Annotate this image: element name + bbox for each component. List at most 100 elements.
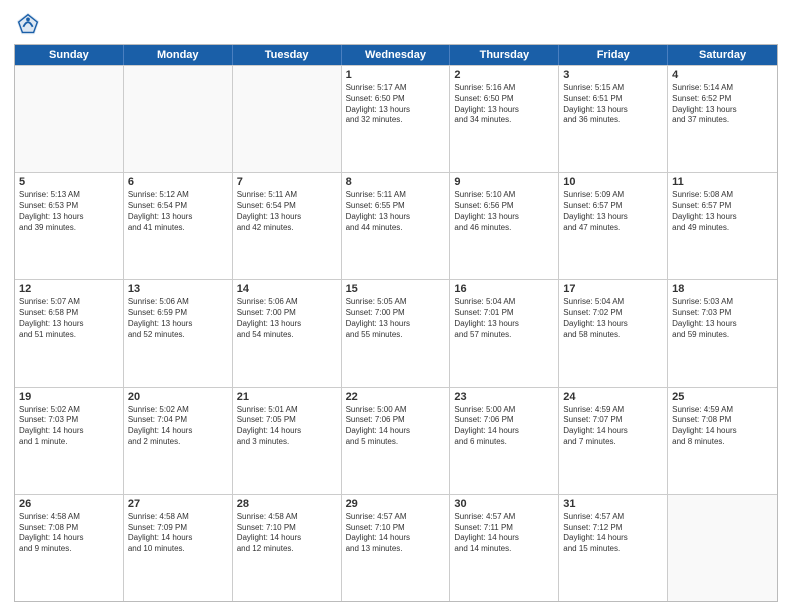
day-number: 4 bbox=[672, 69, 773, 81]
day-number: 2 bbox=[454, 69, 554, 81]
day-info: Sunrise: 5:11 AM Sunset: 6:55 PM Dayligh… bbox=[346, 190, 446, 233]
calendar-row-4: 19 Sunrise: 5:02 AM Sunset: 7:03 PM Dayli… bbox=[15, 387, 777, 494]
day-cell-7: 7 Sunrise: 5:11 AM Sunset: 6:54 PM Daylig… bbox=[233, 173, 342, 279]
day-cell-28: 28Sunrise: 4:58 AM Sunset: 7:10 PM Dayli… bbox=[233, 495, 342, 601]
day-number: 1 bbox=[346, 69, 446, 81]
day-number: 18 bbox=[672, 283, 773, 295]
day-number: 17 bbox=[563, 283, 663, 295]
day-number: 10 bbox=[563, 176, 663, 188]
day-info: Sunrise: 5:00 AM Sunset: 7:06 PM Dayligh… bbox=[454, 405, 554, 448]
day-info: Sunrise: 5:04 AM Sunset: 7:01 PM Dayligh… bbox=[454, 297, 554, 340]
day-number: 22 bbox=[346, 391, 446, 403]
day-info: Sunrise: 5:04 AM Sunset: 7:02 PM Dayligh… bbox=[563, 297, 663, 340]
day-info: Sunrise: 4:59 AM Sunset: 7:07 PM Dayligh… bbox=[563, 405, 663, 448]
day-info: Sunrise: 5:06 AM Sunset: 7:00 PM Dayligh… bbox=[237, 297, 337, 340]
day-info: Sunrise: 5:11 AM Sunset: 6:54 PM Dayligh… bbox=[237, 190, 337, 233]
day-cell-29: 29Sunrise: 4:57 AM Sunset: 7:10 PM Dayli… bbox=[342, 495, 451, 601]
day-cell-3: 3 Sunrise: 5:15 AM Sunset: 6:51 PM Daylig… bbox=[559, 66, 668, 172]
day-info: Sunrise: 5:00 AM Sunset: 7:06 PM Dayligh… bbox=[346, 405, 446, 448]
day-info: Sunrise: 4:58 AM Sunset: 7:08 PM Dayligh… bbox=[19, 512, 119, 555]
day-number: 3 bbox=[563, 69, 663, 81]
weekday-header-thursday: Thursday bbox=[450, 45, 559, 65]
day-info: Sunrise: 5:16 AM Sunset: 6:50 PM Dayligh… bbox=[454, 83, 554, 126]
day-info: Sunrise: 4:57 AM Sunset: 7:12 PM Dayligh… bbox=[563, 512, 663, 555]
day-cell-13: 13Sunrise: 5:06 AM Sunset: 6:59 PM Dayli… bbox=[124, 280, 233, 386]
day-cell-24: 24 Sunrise: 4:59 AM Sunset: 7:07 PM Dayli… bbox=[559, 388, 668, 494]
empty-cell bbox=[124, 66, 233, 172]
day-number: 11 bbox=[672, 176, 773, 188]
day-cell-8: 8 Sunrise: 5:11 AM Sunset: 6:55 PM Daylig… bbox=[342, 173, 451, 279]
day-cell-30: 30 Sunrise: 4:57 AM Sunset: 7:11 PM Dayli… bbox=[450, 495, 559, 601]
day-number: 6 bbox=[128, 176, 228, 188]
day-cell-9: 9 Sunrise: 5:10 AM Sunset: 6:56 PM Daylig… bbox=[450, 173, 559, 279]
day-number: 26 bbox=[19, 498, 119, 510]
day-number: 31 bbox=[563, 498, 663, 510]
day-info: Sunrise: 4:58 AM Sunset: 7:10 PM Dayligh… bbox=[237, 512, 337, 555]
day-cell-22: 22 Sunrise: 5:00 AM Sunset: 7:06 PM Dayli… bbox=[342, 388, 451, 494]
day-number: 23 bbox=[454, 391, 554, 403]
day-number: 14 bbox=[237, 283, 337, 295]
day-number: 25 bbox=[672, 391, 773, 403]
weekday-header-monday: Monday bbox=[124, 45, 233, 65]
day-number: 5 bbox=[19, 176, 119, 188]
day-cell-14: 14 Sunrise: 5:06 AM Sunset: 7:00 PM Dayli… bbox=[233, 280, 342, 386]
day-number: 15 bbox=[346, 283, 446, 295]
day-info: Sunrise: 4:57 AM Sunset: 7:10 PM Dayligh… bbox=[346, 512, 446, 555]
weekday-header-wednesday: Wednesday bbox=[342, 45, 451, 65]
day-cell-6: 6 Sunrise: 5:12 AM Sunset: 6:54 PM Daylig… bbox=[124, 173, 233, 279]
calendar-body: 1Sunrise: 5:17 AM Sunset: 6:50 PM Daylig… bbox=[15, 65, 777, 601]
day-info: Sunrise: 4:59 AM Sunset: 7:08 PM Dayligh… bbox=[672, 405, 773, 448]
day-number: 7 bbox=[237, 176, 337, 188]
empty-cell bbox=[15, 66, 124, 172]
day-cell-18: 18 Sunrise: 5:03 AM Sunset: 7:03 PM Dayli… bbox=[668, 280, 777, 386]
day-info: Sunrise: 5:05 AM Sunset: 7:00 PM Dayligh… bbox=[346, 297, 446, 340]
calendar-header: SundayMondayTuesdayWednesdayThursdayFrid… bbox=[15, 45, 777, 65]
day-cell-21: 21Sunrise: 5:01 AM Sunset: 7:05 PM Dayli… bbox=[233, 388, 342, 494]
day-cell-25: 25 Sunrise: 4:59 AM Sunset: 7:08 PM Dayli… bbox=[668, 388, 777, 494]
weekday-header-friday: Friday bbox=[559, 45, 668, 65]
day-number: 19 bbox=[19, 391, 119, 403]
page: SundayMondayTuesdayWednesdayThursdayFrid… bbox=[0, 0, 792, 612]
day-info: Sunrise: 5:13 AM Sunset: 6:53 PM Dayligh… bbox=[19, 190, 119, 233]
day-number: 8 bbox=[346, 176, 446, 188]
header bbox=[14, 10, 778, 38]
day-info: Sunrise: 5:06 AM Sunset: 6:59 PM Dayligh… bbox=[128, 297, 228, 340]
day-number: 21 bbox=[237, 391, 337, 403]
calendar-row-3: 12Sunrise: 5:07 AM Sunset: 6:58 PM Dayli… bbox=[15, 279, 777, 386]
day-number: 27 bbox=[128, 498, 228, 510]
day-info: Sunrise: 5:10 AM Sunset: 6:56 PM Dayligh… bbox=[454, 190, 554, 233]
day-cell-20: 20Sunrise: 5:02 AM Sunset: 7:04 PM Dayli… bbox=[124, 388, 233, 494]
calendar-row-1: 1Sunrise: 5:17 AM Sunset: 6:50 PM Daylig… bbox=[15, 65, 777, 172]
day-number: 9 bbox=[454, 176, 554, 188]
day-info: Sunrise: 5:03 AM Sunset: 7:03 PM Dayligh… bbox=[672, 297, 773, 340]
day-cell-10: 10 Sunrise: 5:09 AM Sunset: 6:57 PM Dayli… bbox=[559, 173, 668, 279]
day-info: Sunrise: 5:09 AM Sunset: 6:57 PM Dayligh… bbox=[563, 190, 663, 233]
empty-cell bbox=[233, 66, 342, 172]
day-cell-23: 23 Sunrise: 5:00 AM Sunset: 7:06 PM Dayli… bbox=[450, 388, 559, 494]
day-number: 20 bbox=[128, 391, 228, 403]
day-cell-12: 12Sunrise: 5:07 AM Sunset: 6:58 PM Dayli… bbox=[15, 280, 124, 386]
day-cell-5: 5 Sunrise: 5:13 AM Sunset: 6:53 PM Daylig… bbox=[15, 173, 124, 279]
day-cell-11: 11Sunrise: 5:08 AM Sunset: 6:57 PM Dayli… bbox=[668, 173, 777, 279]
day-info: Sunrise: 5:02 AM Sunset: 7:03 PM Dayligh… bbox=[19, 405, 119, 448]
empty-cell bbox=[668, 495, 777, 601]
day-cell-2: 2 Sunrise: 5:16 AM Sunset: 6:50 PM Daylig… bbox=[450, 66, 559, 172]
day-cell-19: 19 Sunrise: 5:02 AM Sunset: 7:03 PM Dayli… bbox=[15, 388, 124, 494]
day-info: Sunrise: 5:12 AM Sunset: 6:54 PM Dayligh… bbox=[128, 190, 228, 233]
day-cell-17: 17 Sunrise: 5:04 AM Sunset: 7:02 PM Dayli… bbox=[559, 280, 668, 386]
weekday-header-tuesday: Tuesday bbox=[233, 45, 342, 65]
day-number: 16 bbox=[454, 283, 554, 295]
day-info: Sunrise: 4:57 AM Sunset: 7:11 PM Dayligh… bbox=[454, 512, 554, 555]
day-cell-16: 16 Sunrise: 5:04 AM Sunset: 7:01 PM Dayli… bbox=[450, 280, 559, 386]
day-cell-31: 31 Sunrise: 4:57 AM Sunset: 7:12 PM Dayli… bbox=[559, 495, 668, 601]
day-info: Sunrise: 4:58 AM Sunset: 7:09 PM Dayligh… bbox=[128, 512, 228, 555]
weekday-header-saturday: Saturday bbox=[668, 45, 777, 65]
day-cell-26: 26 Sunrise: 4:58 AM Sunset: 7:08 PM Dayli… bbox=[15, 495, 124, 601]
day-info: Sunrise: 5:14 AM Sunset: 6:52 PM Dayligh… bbox=[672, 83, 773, 126]
logo-icon bbox=[14, 10, 42, 38]
day-cell-4: 4 Sunrise: 5:14 AM Sunset: 6:52 PM Daylig… bbox=[668, 66, 777, 172]
day-number: 24 bbox=[563, 391, 663, 403]
day-number: 30 bbox=[454, 498, 554, 510]
day-cell-15: 15 Sunrise: 5:05 AM Sunset: 7:00 PM Dayli… bbox=[342, 280, 451, 386]
day-info: Sunrise: 5:15 AM Sunset: 6:51 PM Dayligh… bbox=[563, 83, 663, 126]
